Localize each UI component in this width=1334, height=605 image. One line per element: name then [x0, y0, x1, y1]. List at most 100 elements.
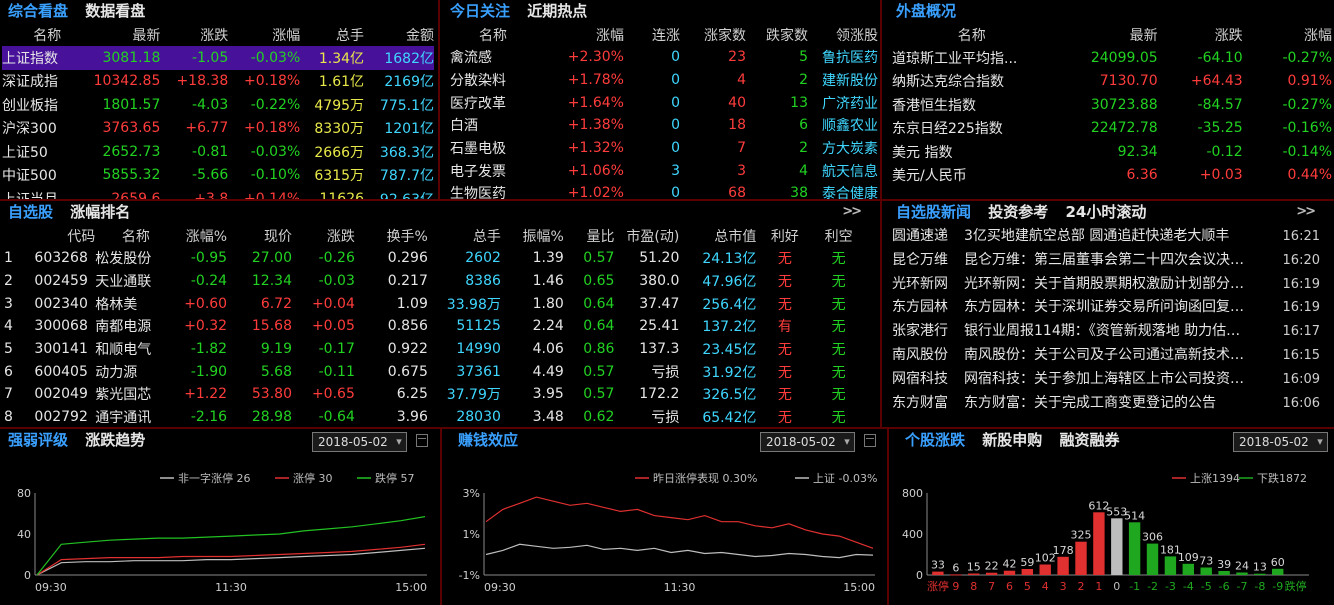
strength-date-select[interactable]: 2018-05-02 — [312, 432, 407, 452]
tab-watchlist[interactable]: 自选股 — [8, 203, 53, 221]
col-chg[interactable]: 涨跌 — [160, 24, 228, 46]
calendar-icon[interactable] — [416, 434, 428, 447]
news-panel: 自选股新闻 投资参考 24小时滚动 >> 圆通速递 3亿买地建航空总部 圆通追赶快… — [882, 201, 1334, 427]
col-foreign-name[interactable]: 名称 — [892, 24, 1051, 46]
tab-watch-news[interactable]: 自选股新闻 — [896, 203, 971, 221]
col-market-cap[interactable]: 总市值 — [679, 225, 756, 247]
market-pct: -0.14% — [1282, 143, 1332, 160]
col-up-count[interactable]: 涨家数 — [680, 24, 746, 46]
col-down-count[interactable]: 跌家数 — [746, 24, 808, 46]
tab-data-board[interactable]: 数据看盘 — [85, 2, 145, 20]
table-row[interactable]: 电子发票 +1.06% 3 3 4 航天信息 — [450, 159, 878, 182]
table-row[interactable]: 创业板指 1801.57 -4.03 -0.22% 4795万 775.1亿 — [2, 93, 434, 117]
up-count: 23 — [728, 49, 746, 66]
tab-margin[interactable]: 融资融券 — [1060, 431, 1120, 449]
table-row[interactable]: 5 300141 和顺电气 -1.82 9.19 -0.17 0.922 14990 4.06 0… — [4, 338, 864, 361]
col-amplitude[interactable]: 振幅% — [501, 225, 563, 247]
col-vol-ratio[interactable]: 量比 — [564, 225, 614, 247]
table-row[interactable]: 美元 指数 92.34 -0.12 -0.14% — [892, 140, 1332, 164]
x-tick-label: 0 — [1113, 580, 1120, 593]
table-row[interactable]: 上证当月 2659.6 +3.8 +0.14% 1162692.63亿 — [2, 187, 434, 199]
col-foreign-chg[interactable]: 涨跌 — [1158, 24, 1243, 46]
news-item[interactable]: 圆通速递 3亿买地建航空总部 圆通追赶快递老大顺丰 16:21 — [892, 225, 1334, 249]
tab-today-focus[interactable]: 今日关注 — [450, 2, 510, 20]
table-row[interactable]: 沪深300 3763.65 +6.77 +0.18% 8330万 1201亿 — [2, 117, 434, 141]
col-leader[interactable]: 领涨股 — [808, 24, 878, 46]
col-total-vol[interactable]: 总手 — [428, 225, 501, 247]
table-row[interactable]: 白酒 +1.38% 0 18 6 顺鑫农业 — [450, 114, 878, 137]
col-pct[interactable]: 涨幅 — [228, 24, 300, 46]
col-index[interactable] — [4, 225, 34, 247]
col-pe[interactable]: 市盈(动) — [614, 225, 679, 247]
table-row[interactable]: 香港恒生指数 30723.88 -84.57 -0.27% — [892, 93, 1332, 117]
table-row[interactable]: 东京日经225指数 22472.78 -35.25 -0.16% — [892, 117, 1332, 141]
table-row[interactable]: 上证50 2652.73 -0.81 -0.03% 2666万 368.3亿 — [2, 140, 434, 164]
col-sector-pct[interactable]: 涨幅 — [536, 24, 624, 46]
col-turnover[interactable]: 换手% — [355, 225, 428, 247]
table-row[interactable]: 禽流感 +2.30% 0 23 5 鲁抗医药 — [450, 46, 878, 69]
tab-invest-ref[interactable]: 投资参考 — [988, 203, 1048, 221]
col-good-news[interactable]: 利好 — [756, 225, 813, 247]
col-name[interactable]: 名称 — [2, 24, 93, 46]
tab-recent-hot[interactable]: 近期热点 — [527, 2, 587, 20]
col-foreign-last[interactable]: 最新 — [1051, 24, 1158, 46]
table-row[interactable]: 石墨电极 +1.32% 0 7 2 方大炭素 — [450, 137, 878, 160]
table-row[interactable]: 中证500 5855.32 -5.66 -0.10% 6315万 787.7亿 — [2, 164, 434, 188]
watchlist-more-button[interactable]: >> — [842, 201, 862, 223]
tab-money-effect[interactable]: 赚钱效应 — [458, 431, 518, 449]
tab-gain-rank[interactable]: 涨幅排名 — [70, 203, 130, 221]
legend-label: 上证 -0.03% — [813, 472, 877, 485]
table-row[interactable]: 2 002459 天业通联 -0.24 12.34 -0.03 0.217 8386 1.46 0… — [4, 270, 864, 293]
news-item[interactable]: 东方园林 东方园林：关于深圳证券交易所问询函回复的公告 16:19 — [892, 296, 1334, 320]
money-date-select[interactable]: 2018-05-02 — [760, 432, 855, 452]
tab-foreign-markets[interactable]: 外盘概况 — [896, 2, 956, 20]
news-item[interactable]: 张家港行 银行业周报114期：《资管新规落地 助力估值修复》 16:17 — [892, 320, 1334, 344]
table-row[interactable]: 分散染料 +1.78% 0 4 2 建新股份 — [450, 69, 878, 92]
table-row[interactable]: 美元/人民币 6.36 +0.03 0.44% — [892, 164, 1332, 188]
tab-stock-updown[interactable]: 个股涨跌 — [905, 431, 965, 449]
change: -4.03 — [192, 96, 229, 113]
market-cap: 326.5亿 — [702, 387, 757, 404]
table-row[interactable]: 医疗改革 +1.64% 0 40 13 广济药业 — [450, 91, 878, 114]
col-price[interactable]: 现价 — [227, 225, 292, 247]
news-item[interactable]: 南风股份 南风股份：关于公司及子公司通过高新技术企业认定 16:15 — [892, 344, 1334, 368]
news-item[interactable]: 昆仑万维 昆仑万维：第三届董事会第二十四次会议决议公告 16:20 — [892, 249, 1334, 273]
col-last[interactable]: 最新 — [93, 24, 160, 46]
table-row[interactable]: 6 600405 动力源 -1.90 5.68 -0.11 0.675 37361 4.49 0.… — [4, 360, 864, 383]
total-vol: 37361 — [456, 363, 501, 380]
news-item[interactable]: 光环新网 光环新网：关于首期股票期权激励计划部分期权注销 16:19 — [892, 273, 1334, 297]
table-row[interactable]: 上证指数 3081.18 -1.05 -0.03% 1.34亿 1682亿 — [2, 46, 434, 70]
dist-date-select[interactable]: 2018-05-02 — [1233, 432, 1328, 452]
news-time: 16:21 — [1282, 229, 1320, 244]
table-row[interactable]: 深证成指 10342.85 +18.38 +0.18% 1.61亿 2169亿 — [2, 70, 434, 94]
table-row[interactable]: 1 603268 松发股份 -0.95 27.00 -0.26 0.296 2602 1.39 0… — [4, 247, 864, 270]
col-stock-name[interactable]: 名称 — [95, 225, 176, 247]
news-item[interactable]: 网宿科技网宿科技：关于参加上海辖区上市公司投资者集体接待日 16:09 — [892, 368, 1334, 392]
col-sector[interactable]: 名称 — [450, 24, 536, 46]
table-row[interactable]: 8 002792 通宇通讯 -2.16 28.98 -0.64 3.96 28030 3.48 0… — [4, 406, 864, 427]
market-cap: 65.42亿 — [702, 410, 757, 427]
table-row[interactable]: 道琼斯工业平均指... 24099.05 -64.10 -0.27% — [892, 46, 1332, 70]
news-item[interactable]: 东方财富 东方财富：关于完成工商变更登记的公告 16:06 — [892, 392, 1334, 416]
tab-ipo-subscribe[interactable]: 新股申购 — [982, 431, 1042, 449]
col-pct[interactable]: 涨幅% — [176, 225, 227, 247]
bar-value-label: 13 — [1253, 561, 1267, 574]
calendar-icon[interactable] — [864, 434, 876, 447]
table-row[interactable]: 生物医药 +1.02% 0 68 38 泰合健康 — [450, 182, 878, 199]
col-vol[interactable]: 总手 — [300, 24, 364, 46]
table-row[interactable]: 4 300068 南都电源 +0.32 15.68 +0.05 0.856 51125 2.24… — [4, 315, 864, 338]
col-streak[interactable]: 连涨 — [624, 24, 680, 46]
col-bad-news[interactable]: 利空 — [813, 225, 864, 247]
col-chg[interactable]: 涨跌 — [292, 225, 355, 247]
tab-strength-rating[interactable]: 强弱评级 — [8, 431, 68, 449]
tab-overview[interactable]: 综合看盘 — [8, 2, 68, 20]
col-foreign-pct[interactable]: 涨幅 — [1243, 24, 1332, 46]
news-more-button[interactable]: >> — [1296, 201, 1316, 223]
table-row[interactable]: 3 002340 格林美 +0.60 6.72 +0.04 1.09 33.98万 1.80 0.… — [4, 292, 864, 315]
table-row[interactable]: 纳斯达克综合指数 7130.70 +64.43 0.91% — [892, 70, 1332, 94]
tab-trend[interactable]: 涨跌趋势 — [85, 431, 145, 449]
col-amt[interactable]: 金额 — [364, 24, 434, 46]
tab-24h-roll[interactable]: 24小时滚动 — [1066, 203, 1147, 221]
table-row[interactable]: 7 002049 紫光国芯 +1.22 53.80 +0.65 6.25 37.79万 3.95… — [4, 383, 864, 406]
col-code[interactable]: 代码 — [34, 225, 95, 247]
